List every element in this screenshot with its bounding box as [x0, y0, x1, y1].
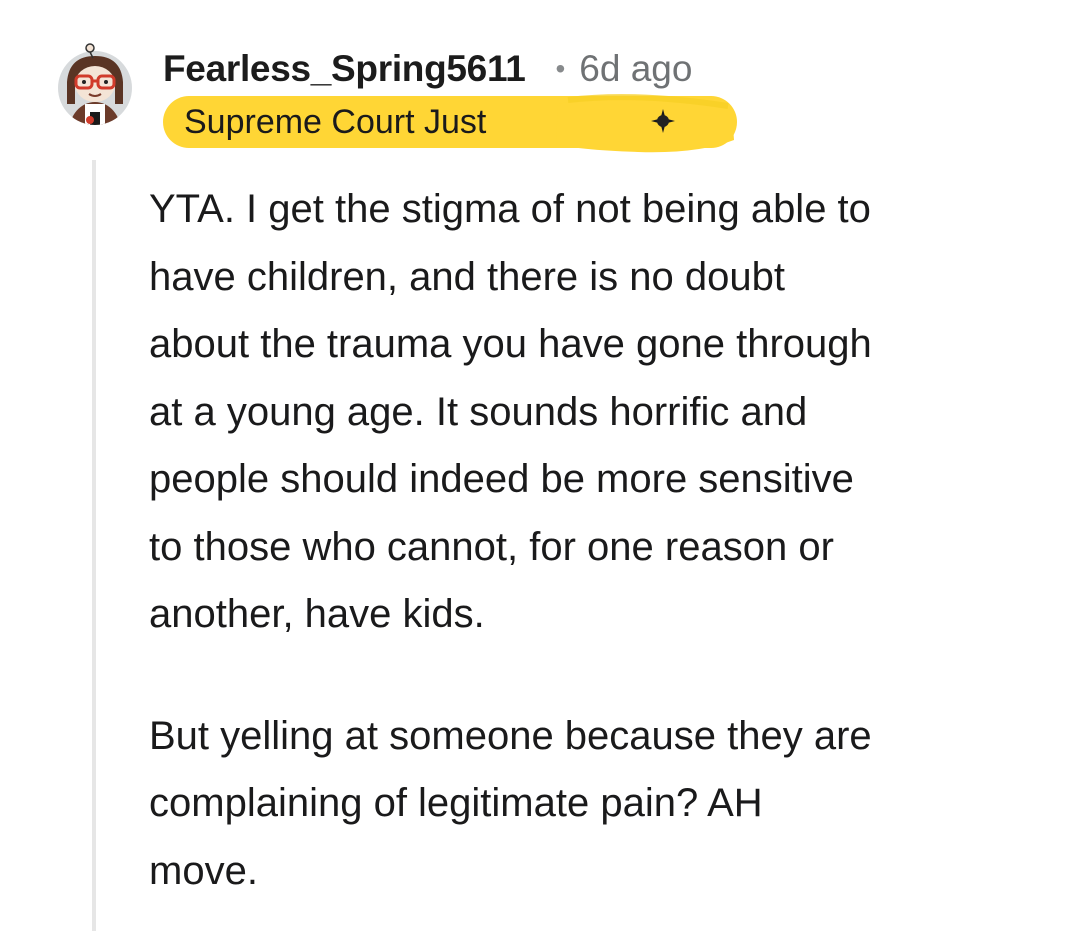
text-line: have children, and there is no doubt: [149, 254, 785, 299]
text-line: YTA. I get the stigma of not being able …: [149, 187, 871, 231]
comment-paragraph: YTA. I get the stigma of not being able …: [149, 176, 1049, 649]
timestamp: 6d ago: [579, 48, 693, 89]
flair-text: Supreme Court Just: [184, 103, 487, 141]
text-line: complaining of legitimate pain? AH: [149, 781, 763, 825]
text-line: But yelling at someone because they are: [149, 713, 872, 758]
meta-separator: •: [555, 53, 566, 84]
text-line: move.: [149, 848, 258, 893]
redaction-scribble: [556, 94, 734, 153]
text-line: about the trauma you have gone through: [149, 322, 872, 366]
comment-body: YTA. I get the stigma of not being able …: [149, 176, 1049, 905]
thread-collapse-line[interactable]: [92, 160, 96, 931]
text-line: another, have kids.: [149, 592, 485, 636]
comment-header: Fearless_Spring5611 • 6d ago: [163, 44, 692, 94]
username-link[interactable]: Fearless_Spring5611: [163, 48, 526, 90]
dark-sparkle-icon: [651, 109, 675, 133]
text-line: to those who cannot, for one reason or: [149, 524, 834, 569]
text-line: people should indeed be more sensitive: [149, 457, 854, 501]
user-avatar[interactable]: [57, 42, 133, 126]
comment-paragraph: But yelling at someone because they are …: [149, 703, 1049, 906]
text-line: at a young age. It sounds horrific and: [149, 389, 808, 434]
user-flair: Supreme Court Just: [163, 94, 737, 153]
avatar-icon: [58, 43, 132, 125]
